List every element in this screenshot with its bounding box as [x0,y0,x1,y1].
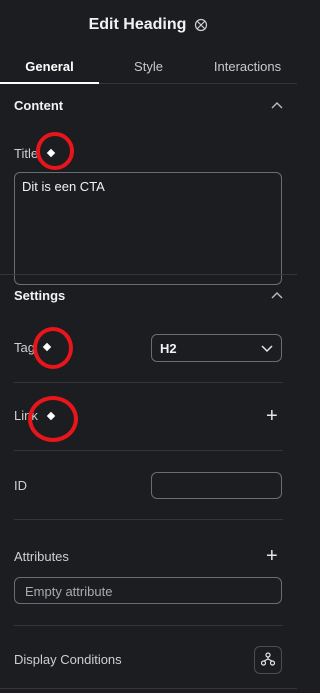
panel-header: Edit Heading [0,0,297,50]
display-conditions-label: Display Conditions [14,652,122,667]
display-conditions-button[interactable] [254,646,282,674]
tab-bar: General Style Interactions [0,50,297,84]
tab-interactions[interactable]: Interactions [198,50,297,83]
content-section-title: Content [14,97,64,113]
title-textarea[interactable]: Dit is een CTA [14,172,282,285]
id-label: ID [14,478,27,493]
row-divider [14,382,283,383]
title-field-label: Title [14,146,39,161]
row-divider [14,450,283,451]
settings-section-title: Settings [14,287,66,303]
attribute-placeholder: Empty attribute [25,584,113,599]
content-section-header[interactable]: Content [0,85,297,125]
tab-style[interactable]: Style [99,50,198,83]
attribute-input[interactable]: Empty attribute [14,577,282,604]
add-link-icon[interactable]: + [266,406,278,426]
chevron-up-icon[interactable] [271,291,283,299]
tag-select-value: H2 [160,340,177,356]
attributes-label: Attributes [14,549,69,564]
chevron-down-icon [261,341,273,356]
chevron-up-icon[interactable] [271,101,283,109]
tag-select[interactable]: H2 [151,334,282,362]
hierarchy-icon [260,651,276,670]
row-divider [14,625,283,626]
tag-label: Tag [14,340,35,355]
globe-grid-icon[interactable] [194,18,208,32]
id-input[interactable] [151,472,282,499]
annotation-circle [28,396,78,442]
panel-title: Edit Heading [88,16,187,33]
settings-section-header[interactable]: Settings [0,275,297,315]
annotation-circle [36,132,74,170]
bottom-divider [0,688,297,689]
annotation-circle [33,327,73,369]
row-divider [14,519,283,520]
tab-general[interactable]: General [0,50,99,84]
add-attribute-icon[interactable]: + [266,546,278,566]
